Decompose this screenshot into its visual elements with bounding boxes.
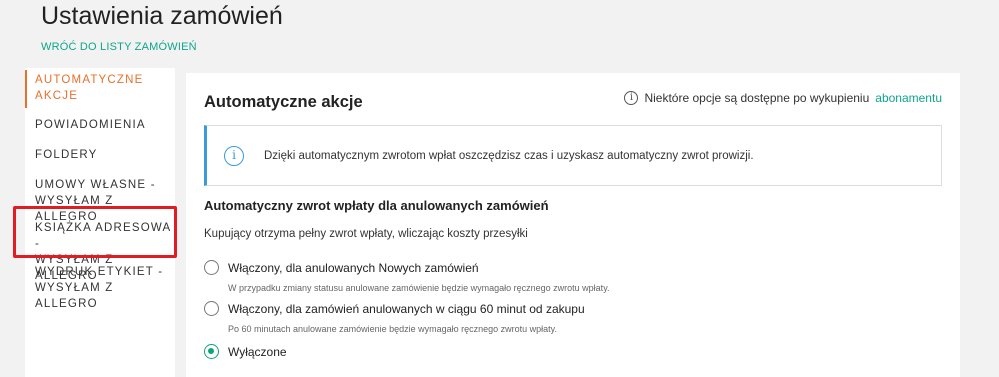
option-cancelled-within-60-min[interactable]: Włączony, dla zamówień anulowanych w cią… xyxy=(204,301,585,316)
sidebar-item-label: WYSYŁAM Z ALLEGRO xyxy=(35,282,114,310)
option-hint: Po 60 minutach anulowane zamówienie będz… xyxy=(228,324,558,334)
sidebar-item-label: AUTOMATYCZNE xyxy=(35,74,144,86)
radio-button-selected[interactable] xyxy=(204,344,219,359)
sidebar-item-label: AKCJE xyxy=(35,90,79,102)
option-label: Włączony, dla zamówień anulowanych w cią… xyxy=(228,301,585,316)
subscription-note-text: Niektóre opcje są dostępne po wykupieniu xyxy=(644,91,870,105)
info-banner: i Dzięki automatycznym zwrotom wpłat osz… xyxy=(204,125,942,186)
back-to-orders-link[interactable]: WRÓĆ DO LISTY ZAMÓWIEŃ xyxy=(41,41,197,53)
option-label: Włączony, dla anulowanych Nowych zamówie… xyxy=(228,260,479,275)
sidebar-item-label: UMOWY WŁASNE - xyxy=(35,179,156,191)
sidebar-item-label-printing[interactable]: WYDRUK ETYKIET - WYSYŁAM Z ALLEGRO xyxy=(35,264,173,312)
section-title: Automatyczny zwrot wpłaty dla anulowanyc… xyxy=(204,198,549,213)
settings-sidebar: AUTOMATYCZNE AKCJE POWIADOMIENIA FOLDERY… xyxy=(25,68,175,377)
sidebar-item-label: FOLDERY xyxy=(35,149,98,161)
info-icon: i xyxy=(624,91,639,105)
sidebar-item-label: KSIĄŻKA ADRESOWA - xyxy=(35,222,171,250)
sidebar-item-label: POWIADOMIENIA xyxy=(35,119,146,131)
sidebar-item-label: WYDRUK ETYKIET - xyxy=(35,266,164,278)
option-disabled[interactable]: Wyłączone xyxy=(204,344,287,359)
radio-button[interactable] xyxy=(204,301,219,316)
sidebar-item-automatic-actions[interactable]: AUTOMATYCZNE AKCJE xyxy=(35,72,173,104)
settings-panel: Automatyczne akcje i Niektóre opcje są d… xyxy=(186,73,960,377)
section-description: Kupujący otrzyma pełny zwrot wpłaty, wli… xyxy=(204,228,528,240)
panel-title: Automatyczne akcje xyxy=(204,93,363,111)
option-label: Wyłączone xyxy=(228,344,287,359)
info-banner-text: Dzięki automatycznym zwrotom wpłat oszcz… xyxy=(264,150,754,162)
option-cancelled-new-orders[interactable]: Włączony, dla anulowanych Nowych zamówie… xyxy=(204,260,479,275)
page-title: Ustawienia zamówień xyxy=(41,2,283,30)
radio-button[interactable] xyxy=(204,260,219,275)
sidebar-item-folders[interactable]: FOLDERY xyxy=(35,147,173,163)
info-icon: i xyxy=(224,146,244,166)
subscription-link[interactable]: abonamentu xyxy=(875,91,942,105)
sidebar-item-notifications[interactable]: POWIADOMIENIA xyxy=(35,117,173,133)
active-indicator xyxy=(25,70,27,108)
subscription-note: i Niektóre opcje są dostępne po wykupien… xyxy=(624,91,942,105)
sidebar-item-own-contracts[interactable]: UMOWY WŁASNE - WYSYŁAM Z ALLEGRO xyxy=(35,177,173,225)
option-hint: W przypadku zmiany statusu anulowane zam… xyxy=(228,283,610,293)
